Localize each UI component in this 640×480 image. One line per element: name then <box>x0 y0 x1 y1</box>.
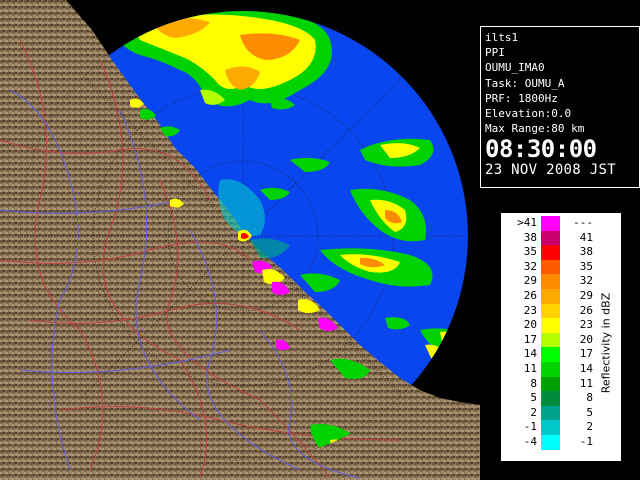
legend-color-swatch <box>541 303 560 319</box>
legend-row: 35 38 <box>505 245 605 260</box>
legend-row: 25 <box>505 405 605 421</box>
product-type: PPI <box>485 46 505 60</box>
legend-color-swatch <box>541 274 560 289</box>
legend-low-value: 35 <box>523 245 537 259</box>
legend-color-swatch <box>541 405 560 421</box>
legend-high-value: 20 <box>579 332 593 346</box>
legend-color-swatch <box>541 230 560 246</box>
legend-row: -4 -1 <box>505 435 605 450</box>
legend-high-value: 23 <box>579 318 593 332</box>
legend-unit-label: Reflectivity in dBZ <box>593 243 619 443</box>
legend-high-value: 38 <box>579 245 593 259</box>
legend-high-value: --- <box>573 216 593 229</box>
legend-color-swatch <box>541 420 560 435</box>
legend-color-swatch <box>541 362 560 377</box>
legend-color-swatch <box>541 347 560 362</box>
legend-low-value: 17 <box>523 332 537 346</box>
legend-row: 8 11 <box>505 376 605 392</box>
legend-color-swatch <box>541 216 560 231</box>
date-display: 23 NOV 2008 JST <box>485 162 616 179</box>
legend-unit-text: Reflectivity in dBZ <box>599 292 613 394</box>
legend-row: 14 17 <box>505 347 605 362</box>
radar-info-panel: ilts1 PPI OUMU_IMA0 Task: OUMU_A PRF: 18… <box>480 26 640 188</box>
legend-low-value: 14 <box>523 347 537 361</box>
reflectivity-legend: >41 --- 38 41 35 38 32 35 29 32 26 29 23 26 20 23 17 20 14… <box>500 212 622 462</box>
elevation-label: Elevation:0.0 <box>485 107 572 121</box>
legend-high-value: 26 <box>579 303 593 317</box>
station-name: ilts1 <box>485 31 519 44</box>
legend-high-value: 29 <box>579 289 593 302</box>
legend-high-value: 11 <box>579 376 593 390</box>
radar-ppi-map <box>0 0 480 480</box>
legend-low-value: 8 <box>530 376 537 390</box>
legend-low-value: 29 <box>523 274 537 288</box>
legend-color-swatch <box>541 318 560 333</box>
legend-color-swatch <box>541 332 560 348</box>
legend-low-value: 26 <box>523 289 537 302</box>
legend-low-value: 2 <box>530 405 537 419</box>
legend-low-value: 23 <box>523 303 537 317</box>
legend-color-swatch <box>541 259 560 275</box>
legend-high-value: -1 <box>579 435 593 448</box>
legend-low-value: -1 <box>523 420 537 434</box>
legend-color-swatch <box>541 435 560 450</box>
legend-color-swatch <box>541 376 560 392</box>
legend-low-value: 38 <box>523 230 537 244</box>
time-display: 08:30:00 <box>485 135 597 164</box>
legend-row: 32 35 <box>505 259 605 275</box>
legend-row: 20 23 <box>505 318 605 333</box>
legend-high-value: 5 <box>586 405 593 419</box>
legend-high-value: 35 <box>579 259 593 273</box>
legend-low-value: >41 <box>517 216 537 229</box>
legend-high-value: 8 <box>586 391 593 405</box>
legend-color-swatch <box>541 245 560 260</box>
legend-color-swatch <box>541 391 560 406</box>
legend-row: 17 20 <box>505 332 605 348</box>
legend-row: >41 --- <box>505 216 605 231</box>
legend-row: 29 32 <box>505 274 605 289</box>
max-range-label: Max Range:80 km <box>485 122 585 136</box>
site-code: OUMU_IMA0 <box>485 61 545 75</box>
legend-low-value: 5 <box>530 391 537 405</box>
legend-high-value: 32 <box>579 274 593 288</box>
legend-low-value: 20 <box>523 318 537 332</box>
legend-low-value: 32 <box>523 259 537 273</box>
legend-row: 23 26 <box>505 303 605 319</box>
prf-label: PRF: 1800Hz <box>485 91 558 105</box>
legend-row: 26 29 <box>505 289 605 304</box>
legend-high-value: 41 <box>579 230 593 244</box>
legend-color-swatch <box>541 289 560 304</box>
task-label: Task: OUMU_A <box>485 76 565 90</box>
legend-row: 58 <box>505 391 605 406</box>
legend-row: 38 41 <box>505 230 605 246</box>
legend-high-value: 2 <box>586 420 593 434</box>
legend-high-value: 14 <box>579 362 593 375</box>
legend-high-value: 17 <box>579 347 593 361</box>
legend-low-value: 11 <box>523 362 537 375</box>
legend-low-value: -4 <box>523 435 537 448</box>
legend-row: -1 2 <box>505 420 605 435</box>
legend-row: 11 14 <box>505 362 605 377</box>
